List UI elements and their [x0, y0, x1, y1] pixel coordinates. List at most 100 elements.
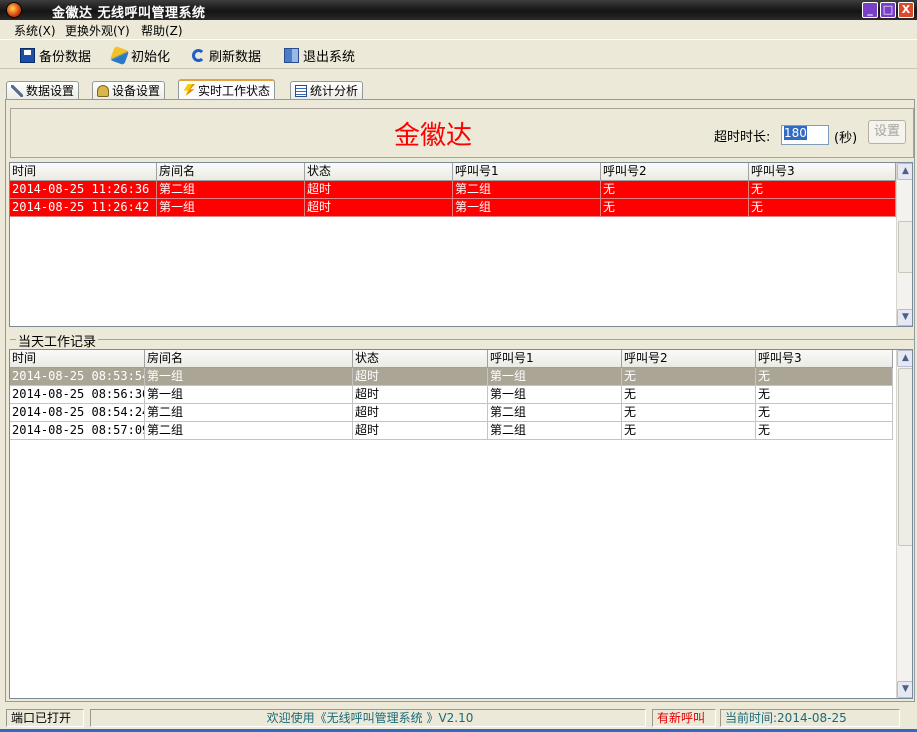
table-cell: 第一组	[157, 199, 305, 217]
column-header[interactable]: 呼叫号3	[749, 163, 896, 181]
tab-realtime-status[interactable]: 实时工作状态	[178, 79, 276, 99]
scroll-down-button[interactable]: ▼	[897, 309, 912, 326]
exit-button[interactable]: 退出系统	[284, 46, 356, 65]
close-button[interactable]: X	[898, 2, 914, 18]
vertical-scrollbar[interactable]: ▲ ▼	[896, 350, 912, 698]
window-title: 金徽达 无线呼叫管理系统	[52, 6, 206, 21]
column-header[interactable]: 房间名	[157, 163, 305, 181]
table-cell: 超时	[353, 386, 488, 404]
table-cell: 无	[622, 404, 756, 422]
table-cell: 超时	[353, 422, 488, 440]
column-header[interactable]: 时间	[10, 163, 157, 181]
vertical-scrollbar[interactable]: ▲ ▼	[896, 163, 912, 326]
menu-system[interactable]: 系统(X)	[14, 22, 56, 39]
tab-statistics[interactable]: 统计分析	[290, 81, 364, 99]
column-header[interactable]: 呼叫号2	[601, 163, 749, 181]
welcome-message: 欢迎使用《无线呼叫管理系统 》V2.10	[90, 709, 646, 727]
scroll-down-button[interactable]: ▼	[897, 681, 912, 698]
table-cell: 超时	[353, 368, 488, 386]
menu-help[interactable]: 帮助(Z)	[141, 22, 183, 39]
menu-bar: 系统(X) 更换外观(Y) 帮助(Z)	[0, 20, 917, 38]
tab-strip: 数据设置 设备设置 实时工作状态 统计分析	[0, 79, 917, 99]
table-cell: 无	[622, 386, 756, 404]
column-header[interactable]: 房间名	[145, 350, 353, 368]
realtime-panel: 金徽达 超时时长: 180 (秒) 设置 时间 房间名 状态 呼叫号1 呼叫号2 呼叫号3…	[5, 99, 915, 702]
today-row[interactable]: 2014-08-25 08:56:36 第一组 超时 第一组无无	[10, 386, 893, 404]
column-header[interactable]: 状态	[353, 350, 488, 368]
realtime-row[interactable]: 2014-08-25 11:26:42 第一组 超时 第一组无无	[10, 199, 896, 217]
menu-appearance[interactable]: 更换外观(Y)	[65, 22, 130, 39]
port-status: 端口已打开	[6, 709, 84, 727]
realtime-row[interactable]: 2014-08-25 11:26:36 第二组 超时 第二组无无	[10, 181, 896, 199]
status-bar: 端口已打开 欢迎使用《无线呼叫管理系统 》V2.10 有新呼叫 当前时间:201…	[0, 707, 917, 732]
timeout-input[interactable]: 180	[781, 125, 829, 145]
table-cell: 无	[756, 404, 893, 422]
group-divider	[10, 339, 914, 340]
column-header[interactable]: 呼叫号1	[488, 350, 622, 368]
table-cell: 第二组	[157, 181, 305, 199]
table-cell: 超时	[353, 404, 488, 422]
today-row[interactable]: 2014-08-25 08:57:09 第二组 超时 第二组无无	[10, 422, 893, 440]
tab-data-settings[interactable]: 数据设置	[6, 81, 80, 99]
lightning-icon	[183, 84, 195, 96]
refresh-label: 刷新数据	[209, 49, 262, 65]
column-header[interactable]: 呼叫号1	[453, 163, 601, 181]
today-records-grid[interactable]: 时间 房间名 状态 呼叫号1 呼叫号2 呼叫号3 ▲ ▼ 2014-08-25 08:53…	[9, 349, 913, 699]
table-cell: 2014-08-25 08:56:36	[10, 386, 145, 404]
toolbar: 备份数据 初始化 刷新数据 退出系统	[0, 39, 917, 69]
table-cell: 无	[749, 199, 896, 217]
maximize-button[interactable]: □	[880, 2, 896, 18]
table-cell: 无	[756, 368, 893, 386]
scroll-up-button[interactable]: ▲	[897, 350, 912, 367]
column-header[interactable]: 呼叫号3	[756, 350, 893, 368]
table-cell: 超时	[305, 199, 453, 217]
table-cell: 无	[622, 368, 756, 386]
backup-button[interactable]: 备份数据	[20, 46, 91, 65]
header-box: 金徽达 超时时长: 180 (秒) 设置	[10, 108, 914, 158]
table-cell: 第一组	[488, 368, 622, 386]
realtime-grid[interactable]: 时间 房间名 状态 呼叫号1 呼叫号2 呼叫号3 ▲ ▼ 2014-08-25 11:26…	[9, 162, 913, 327]
today-records-label: 当天工作记录	[16, 331, 99, 350]
refresh-icon	[192, 48, 205, 62]
minimize-button[interactable]: _	[862, 2, 878, 18]
table-cell: 第一组	[488, 386, 622, 404]
tab-label: 数据设置	[26, 84, 75, 98]
table-cell: 无	[622, 422, 756, 440]
current-time: 当前时间:2014-08-25 11:33:00	[720, 709, 900, 732]
table-cell: 2014-08-25 11:26:42	[10, 199, 157, 217]
grid-header: 时间 房间名 状态 呼叫号1 呼叫号2 呼叫号3	[10, 350, 893, 368]
timeout-unit: (秒)	[834, 131, 858, 146]
wrench-icon	[11, 84, 23, 97]
table-cell: 第一组	[145, 368, 353, 386]
title-bar: 金徽达 无线呼叫管理系统 _ □ X	[0, 0, 917, 21]
scroll-up-button[interactable]: ▲	[897, 163, 912, 180]
new-call-indicator: 有新呼叫	[652, 709, 716, 727]
table-cell: 无	[756, 422, 893, 440]
scroll-thumb[interactable]	[898, 368, 912, 546]
eraser-icon	[109, 45, 130, 65]
table-cell: 无	[601, 181, 749, 199]
exit-door-icon	[284, 47, 299, 63]
today-row[interactable]: 2014-08-25 08:53:54 第一组 超时 第一组无无	[10, 368, 893, 386]
column-header[interactable]: 状态	[305, 163, 453, 181]
brand-title: 金徽达	[394, 121, 473, 151]
tab-device-settings[interactable]: 设备设置	[92, 81, 166, 99]
table-cell: 第一组	[453, 199, 601, 217]
column-header[interactable]: 呼叫号2	[622, 350, 756, 368]
table-cell: 第一组	[145, 386, 353, 404]
app-icon[interactable]	[6, 2, 22, 18]
today-row[interactable]: 2014-08-25 08:54:24 第二组 超时 第二组无无	[10, 404, 893, 422]
column-header[interactable]: 时间	[10, 350, 145, 368]
table-cell: 2014-08-25 08:57:09	[10, 422, 145, 440]
table-cell: 无	[756, 386, 893, 404]
table-cell: 第二组	[488, 404, 622, 422]
timeout-value: 180	[784, 126, 807, 140]
exit-label: 退出系统	[303, 49, 356, 65]
timeout-label: 超时时长:	[714, 130, 771, 145]
set-button[interactable]: 设置	[868, 120, 906, 144]
init-button[interactable]: 初始化	[109, 45, 170, 65]
refresh-button[interactable]: 刷新数据	[192, 46, 262, 65]
scroll-thumb[interactable]	[898, 221, 912, 273]
table-cell: 第二组	[145, 404, 353, 422]
tab-label: 统计分析	[310, 84, 359, 98]
